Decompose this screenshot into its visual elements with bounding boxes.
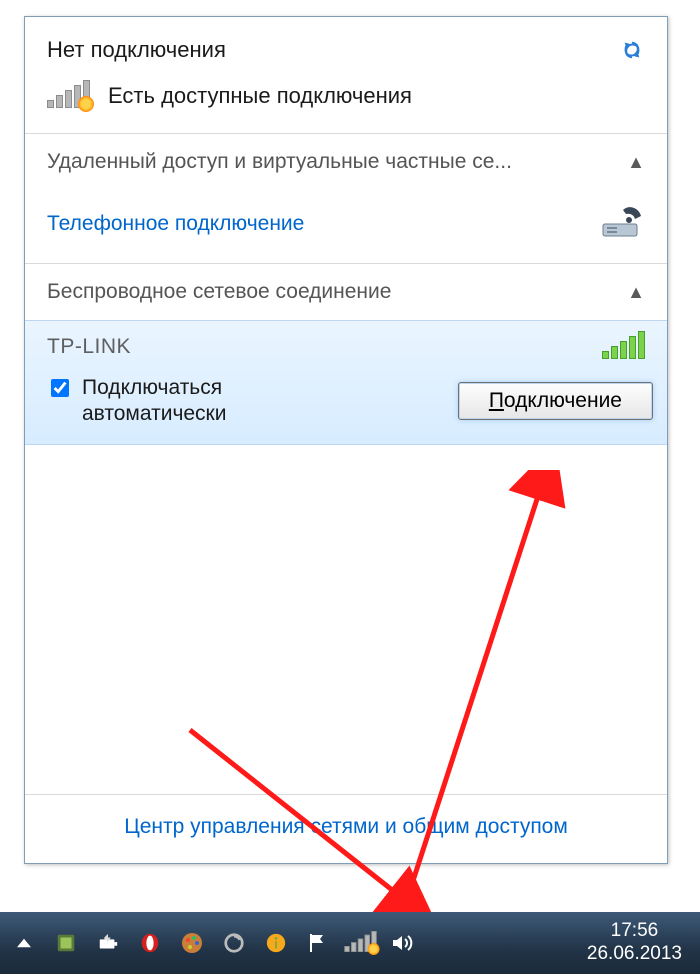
tray-note-icon[interactable] — [52, 929, 80, 957]
dialup-label: Телефонное подключение — [47, 212, 304, 236]
available-connections-label: Есть доступные подключения — [108, 83, 412, 109]
vpn-section-label: Удаленный доступ и виртуальные частные с… — [47, 150, 512, 174]
vpn-section-header[interactable]: Удаленный доступ и виртуальные частные с… — [25, 134, 667, 190]
tray-palette-icon[interactable] — [178, 929, 206, 957]
clock-date: 26.06.2013 — [587, 943, 682, 966]
phone-modem-icon — [599, 202, 645, 245]
wlan-section-header[interactable]: Беспроводное сетевое соединение ▲ — [25, 264, 667, 320]
tray-flag-icon[interactable] — [304, 929, 332, 957]
taskbar: 17:56 26.06.2013 — [0, 912, 700, 974]
wlan-section-label: Беспроводное сетевое соединение — [47, 280, 391, 304]
tray-sync-icon[interactable] — [220, 929, 248, 957]
flyout-title: Нет подключения — [47, 37, 226, 63]
refresh-icon[interactable] — [619, 37, 645, 63]
tray-opera-icon[interactable] — [136, 929, 164, 957]
chevron-up-icon: ▲ — [627, 282, 645, 303]
auto-connect-label: Подключаться автоматически — [82, 375, 322, 428]
taskbar-clock[interactable]: 17:56 26.06.2013 — [587, 920, 690, 966]
network-center-link[interactable]: Центр управления сетями и общим доступом — [124, 815, 568, 838]
signal-bars-alert-icon — [47, 84, 90, 108]
tray-power-icon[interactable] — [94, 929, 122, 957]
dialup-item[interactable]: Телефонное подключение — [25, 190, 667, 263]
auto-connect-checkbox[interactable] — [51, 379, 69, 397]
tray-show-hidden-icon[interactable] — [10, 929, 38, 957]
network-flyout: Нет подключения Есть доступные подключен… — [24, 16, 668, 864]
tray-info-icon[interactable] — [262, 929, 290, 957]
tray-network-icon[interactable] — [346, 929, 374, 957]
connect-button[interactable]: Подключение — [458, 382, 653, 420]
chevron-up-icon: ▲ — [627, 152, 645, 173]
wifi-ssid-label: TP-LINK — [47, 335, 131, 359]
wifi-network-item[interactable]: TP-LINK Подключаться автоматически Подкл… — [25, 320, 667, 445]
clock-time: 17:56 — [587, 920, 682, 943]
tray-volume-icon[interactable] — [388, 929, 416, 957]
signal-strength-icon — [602, 335, 645, 359]
